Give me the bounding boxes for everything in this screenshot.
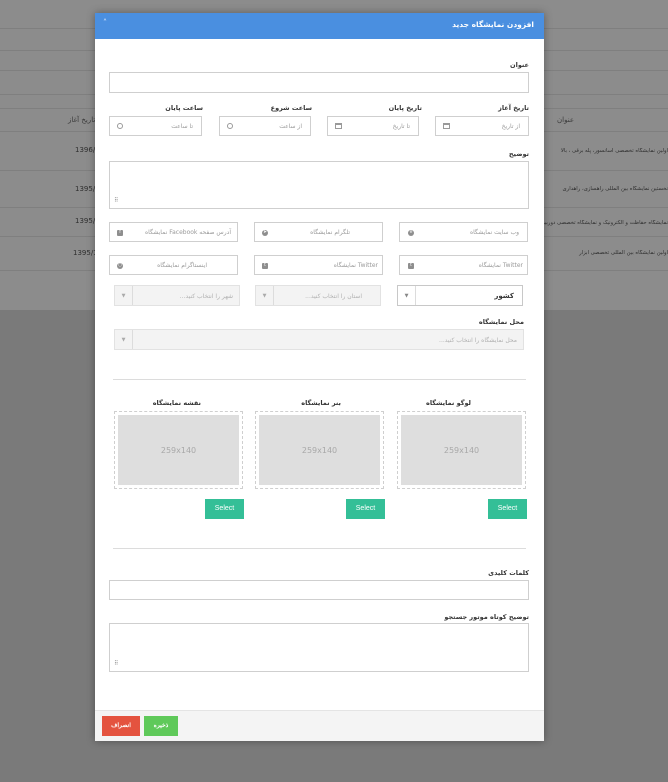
end-time-input[interactable]: تا ساعت [109, 116, 202, 136]
telegram-placeholder: تلگرام نمایشگاه [310, 229, 350, 236]
dropdown-arrow-icon: ▼ [115, 330, 133, 349]
twitter-icon: t [262, 263, 268, 269]
start-date-placeholder: از تاریخ [501, 123, 520, 130]
bg-row-title[interactable]: اولین نمایشگاه تخصصی آسانسور، پله برقی ،… [540, 148, 668, 154]
twitter-placeholder-2: Twitter نمایشگاه [333, 262, 378, 269]
end-date-label: تاریخ پایان [388, 104, 422, 112]
bg-row-title[interactable]: نخستین نمایشگاه بین المللی راهسازی، راهد… [540, 186, 668, 192]
keywords-label: کلمات کلیدی [488, 569, 529, 577]
website-placeholder: وب سایت نمایشگاه [469, 229, 519, 236]
twitter-input-1[interactable]: Twitter نمایشگاه t [399, 255, 528, 275]
keywords-input[interactable] [109, 580, 529, 600]
end-time-label: ساعت پایان [165, 104, 203, 112]
country-select[interactable]: ▼ کشور [397, 285, 523, 306]
map-image-placeholder: 259x140 [118, 415, 239, 485]
facebook-input[interactable]: آدرس صفحه Facebook نمایشگاه f [109, 222, 238, 242]
clock-icon [117, 123, 123, 129]
twitter-icon: t [408, 263, 414, 269]
start-date-input[interactable]: از تاریخ [435, 116, 529, 136]
map-upload-box[interactable]: 259x140 [114, 411, 243, 489]
instagram-icon: ○ [117, 263, 123, 269]
banner-label: بنر نمایشگاه [301, 399, 341, 407]
website-input[interactable]: وب سایت نمایشگاه e [399, 222, 528, 242]
modal-footer: انصراف ذخیره [95, 710, 544, 741]
facebook-icon: f [117, 230, 123, 236]
province-placeholder: استان را انتخاب کنید... [305, 293, 362, 300]
description-textarea[interactable]: ⠿ [109, 161, 529, 209]
city-placeholder: شهر را انتخاب کنید... [179, 293, 233, 300]
venue-placeholder: محل نمایشگاه را انتخاب کنید... [439, 337, 517, 344]
internet-explorer-icon: e [408, 230, 414, 236]
twitter-input-2[interactable]: Twitter نمایشگاه t [254, 255, 383, 275]
banner-image-size: 259x140 [301, 446, 338, 455]
logo-image-placeholder: 259x140 [401, 415, 522, 485]
section-divider [113, 379, 526, 380]
section-divider [113, 548, 526, 549]
bg-col-title: عنوان [557, 116, 574, 124]
clock-icon [227, 123, 233, 129]
seo-description-textarea[interactable]: ⠿ [109, 623, 529, 672]
start-date-label: تاریخ آغاز [498, 104, 529, 112]
logo-upload-box[interactable]: 259x140 [397, 411, 526, 489]
country-value: کشور [494, 292, 514, 300]
add-exhibition-modal: ˄ افزودن نمایشگاه جدید عنوان تاریخ آغاز … [95, 13, 544, 741]
venue-label: محل نمایشگاه [478, 318, 524, 326]
end-time-placeholder: تا ساعت [171, 123, 193, 130]
logo-select-button[interactable]: Select [488, 499, 527, 519]
venue-select[interactable]: ▼ محل نمایشگاه را انتخاب کنید... [114, 329, 524, 350]
bg-col-start-date: تاریخ آغاز [68, 116, 96, 124]
logo-label: لوگو نمایشگاه [426, 399, 471, 407]
modal-title: افزودن نمایشگاه جدید [452, 20, 534, 29]
end-date-placeholder: تا تاریخ [392, 123, 410, 130]
start-time-input[interactable]: از ساعت [219, 116, 311, 136]
city-select[interactable]: ▼ شهر را انتخاب کنید... [114, 285, 240, 306]
province-select[interactable]: ▼ استان را انتخاب کنید... [255, 285, 381, 306]
dropdown-arrow-icon: ▼ [256, 286, 274, 305]
resize-handle-icon[interactable]: ⠿ [114, 661, 121, 668]
description-label: توضیح [508, 150, 529, 158]
banner-select-button[interactable]: Select [346, 499, 385, 519]
telegram-input[interactable]: تلگرام نمایشگاه ➤ [254, 222, 383, 242]
twitter-placeholder-1: Twitter نمایشگاه [478, 262, 523, 269]
map-label: نقشه نمایشگاه [152, 399, 201, 407]
map-select-button[interactable]: Select [205, 499, 244, 519]
collapse-icon[interactable]: ˄ [103, 18, 107, 27]
telegram-icon: ➤ [262, 230, 268, 236]
modal-header: ˄ افزودن نمایشگاه جدید [95, 13, 544, 39]
banner-image-placeholder: 259x140 [259, 415, 380, 485]
logo-image-size: 259x140 [443, 446, 480, 455]
map-image-size: 259x140 [160, 446, 197, 455]
title-label: عنوان [510, 61, 529, 69]
facebook-placeholder: آدرس صفحه Facebook نمایشگاه [145, 229, 231, 236]
save-button[interactable]: ذخیره [144, 716, 178, 736]
dropdown-arrow-icon: ▼ [398, 286, 416, 305]
resize-handle-icon[interactable]: ⠿ [114, 198, 121, 205]
start-time-placeholder: از ساعت [279, 123, 302, 130]
title-input[interactable] [109, 72, 529, 93]
calendar-icon [335, 123, 342, 129]
dropdown-arrow-icon: ▼ [115, 286, 133, 305]
instagram-placeholder: اینستاگرام نمایشگاه [157, 262, 207, 269]
bg-row-title[interactable]: نمایشگاه حفاظت و الکترونیک و نمایشگاه تخ… [540, 220, 668, 226]
cancel-button[interactable]: انصراف [102, 716, 140, 736]
calendar-icon [443, 123, 450, 129]
bg-row-title[interactable]: اولین نمایشگاه بین المللی تخصصی ابزار [540, 250, 668, 256]
instagram-input[interactable]: اینستاگرام نمایشگاه ○ [109, 255, 238, 275]
seo-description-label: توضیح کوتاه موتور جستجو [444, 613, 529, 621]
end-date-input[interactable]: تا تاریخ [327, 116, 419, 136]
start-time-label: ساعت شروع [270, 104, 312, 112]
banner-upload-box[interactable]: 259x140 [255, 411, 384, 489]
